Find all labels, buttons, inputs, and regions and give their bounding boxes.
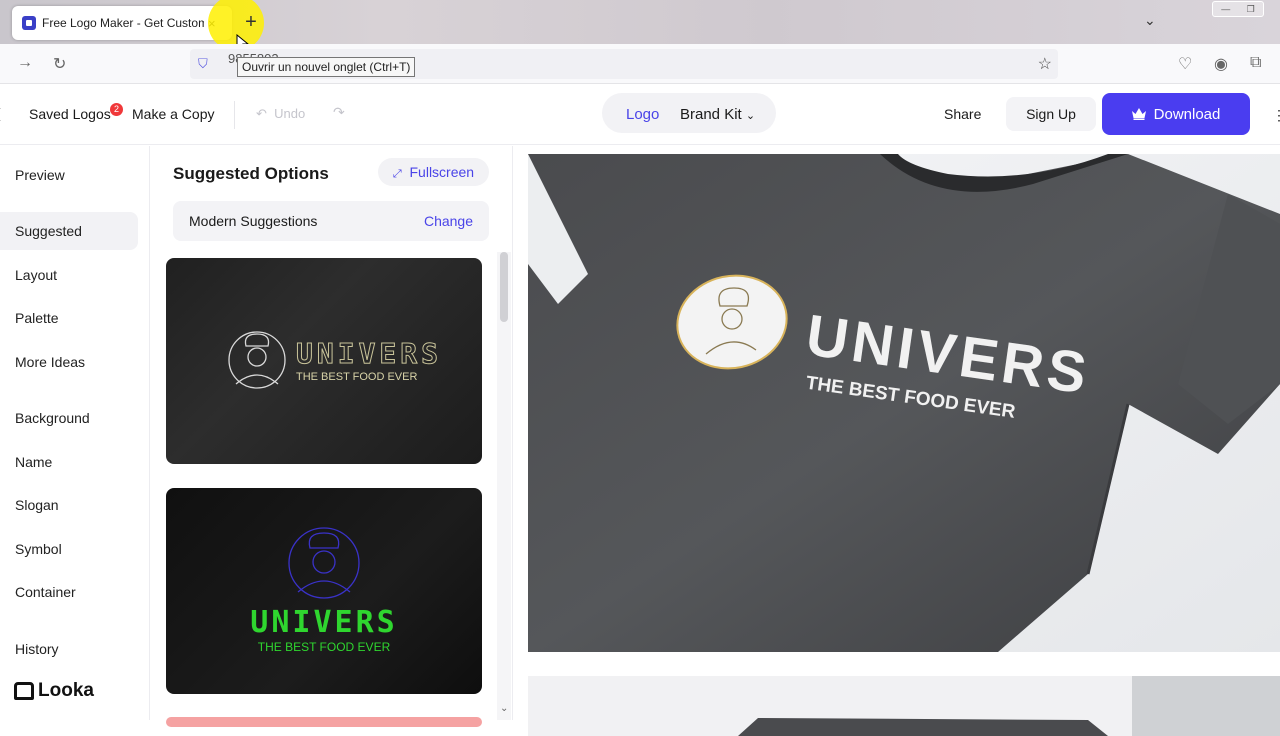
sidebar-item-container[interactable]: Container [0,573,138,611]
sidebar-item-label: Preview [15,167,65,183]
sidebar-item-label: Background [15,410,90,426]
logo-option-card[interactable] [166,717,482,727]
sidebar-item-slogan[interactable]: Slogan [0,486,138,524]
tab-logo[interactable]: Logo [626,106,659,123]
sidebar-item-label: Suggested [15,223,82,239]
sidebar-item-preview[interactable]: Preview [0,156,138,194]
expand-icon: ⤢ [392,168,402,180]
logo-option-card[interactable]: UNIVERS THE BEST FOOD EVER [166,258,482,464]
logo-option-card[interactable]: UNIVERS THE BEST FOOD EVER [166,488,482,694]
browser-tab-bar: Free Logo Maker - Get Custom × + ⌄ —❐ [0,0,1280,53]
share-button[interactable]: Share [944,106,981,122]
suggestion-set-selector: Modern Suggestions Change [173,201,489,241]
new-tab-tooltip: Ouvrir un nouvel onglet (Ctrl+T) [237,57,416,77]
saved-count-badge: 2 [110,103,123,116]
sidebar-item-label: Slogan [15,497,59,513]
logo-preview: UNIVERS THE BEST FOOD EVER [228,331,442,389]
chef-icon [228,331,286,389]
bookmark-star-icon[interactable]: ☆ [1038,54,1052,74]
suggestion-set-label: Modern Suggestions [189,213,318,229]
looka-favicon-icon [22,16,36,30]
collapse-edge-icon[interactable]: ( [0,105,1,121]
pocket-icon[interactable]: ♡ [1178,54,1192,74]
make-copy-button[interactable]: Make a Copy [132,106,214,122]
chevron-down-icon: ⌄ [745,110,756,122]
more-menu-icon[interactable]: ⋮ [1272,107,1280,124]
sidebar-item-label: History [15,641,59,657]
browser-nav-bar: → ↻ ⛉ ☆ 9855802 ♡ ◉ ⧉ [0,44,1280,84]
tshirt-mockup: UNIVERS THE BEST FOOD EVER [528,154,1280,652]
card-logo-slogan: THE BEST FOOD EVER [296,371,417,383]
looka-brand[interactable]: Looka [14,680,94,702]
scroll-down-icon[interactable]: ⌄ [500,703,508,714]
card-logo-slogan: THE BEST FOOD EVER [258,640,391,654]
suggested-options-panel: Suggested Options ⤢ Fullscreen Modern Su… [151,146,513,727]
divider [234,101,235,129]
card-logo-name: UNIVERS [250,605,397,640]
panel-title: Suggested Options [173,164,329,183]
sidebar-item-symbol[interactable]: Symbol [0,530,138,568]
tracking-shield-icon[interactable]: ⛉ [198,56,208,72]
tab-title: Free Logo Maker - Get Custom [42,16,204,30]
crown-icon [1131,108,1146,120]
looka-logo-icon [14,682,34,700]
app-header: ( Saved Logos 2 Make a Copy ↶ Undo ↷ Log… [0,85,1280,145]
sidebar-item-palette[interactable]: Palette [0,299,138,337]
mockup-preview: UNIVERS THE BEST FOOD EVER [514,146,1280,736]
tab-list-chevron-icon[interactable]: ⌄ [1144,12,1156,29]
scrollbar-thumb[interactable] [500,252,508,322]
next-mockup-illustration [528,676,1280,736]
browser-tab[interactable]: Free Logo Maker - Get Custom × [12,6,232,40]
sidebar-item-history[interactable]: History [0,630,138,668]
panel-scrollbar[interactable] [497,252,511,720]
fullscreen-label: Fullscreen [409,164,475,180]
fullscreen-button[interactable]: ⤢ Fullscreen [378,158,489,186]
download-label: Download [1153,105,1221,123]
sidebar-item-more-ideas[interactable]: More Ideas [0,343,138,381]
editor-sidebar: Preview Suggested Layout Palette More Id… [0,146,150,720]
reload-icon[interactable]: ↻ [53,54,66,74]
sidebar-item-layout[interactable]: Layout [0,256,138,294]
minimize-icon[interactable]: — [1221,4,1230,14]
download-button[interactable]: Download [1102,93,1250,135]
account-icon[interactable]: ◉ [1214,54,1228,74]
card-logo-name: UNIVERS [296,337,442,370]
extensions-icon[interactable]: ⧉ [1250,54,1261,72]
sidebar-item-label: More Ideas [15,354,86,370]
undo-button[interactable]: ↶ Undo [256,106,305,122]
sidebar-item-name[interactable]: Name [0,443,138,481]
saved-logos-link[interactable]: Saved Logos [29,106,111,122]
tab-brand-kit[interactable]: Brand Kit ⌄ [680,106,755,123]
chef-icon [288,527,360,599]
sidebar-item-label: Layout [15,267,58,283]
sidebar-item-label: Symbol [15,541,62,557]
redo-icon[interactable]: ↷ [333,104,345,121]
sidebar-item-label: Palette [15,310,59,326]
sidebar-item-label: Name [15,454,53,470]
sign-up-button[interactable]: Sign Up [1006,97,1096,131]
change-button[interactable]: Change [424,213,473,229]
window-controls[interactable]: — ❐ [1212,1,1264,17]
sidebar-item-suggested[interactable]: Suggested [0,212,138,250]
undo-icon: ↶ [256,106,267,121]
next-mockup [528,676,1280,736]
logo-preview: UNIVERS THE BEST FOOD EVER [250,527,397,654]
sidebar-item-label: Container [15,584,76,600]
tshirt-illustration: UNIVERS THE BEST FOOD EVER [528,154,1280,652]
sidebar-item-background[interactable]: Background [0,399,138,437]
undo-label: Undo [274,106,306,121]
logo-brandkit-toggle: Logo Brand Kit ⌄ [602,93,776,133]
forward-icon[interactable]: → [17,54,33,72]
brand-kit-label: Brand Kit [680,106,742,123]
restore-icon[interactable]: ❐ [1247,4,1255,15]
brand-name: Looka [38,680,94,701]
